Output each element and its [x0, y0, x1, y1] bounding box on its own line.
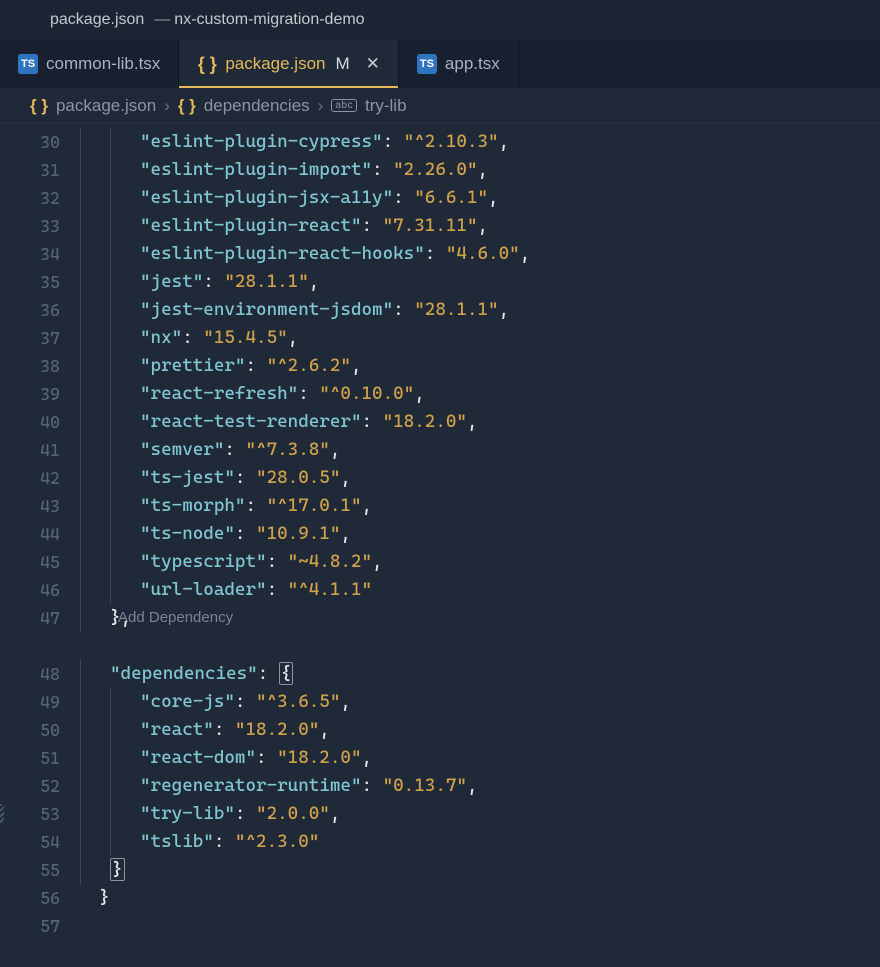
- line-number-gutter: 303132333435363738394041424344454647 4849…: [0, 124, 78, 967]
- line-number: 57: [0, 912, 78, 940]
- code-line[interactable]: "react-refresh": "^0.10.0",: [78, 380, 880, 408]
- code-line[interactable]: "eslint-plugin-cypress": "^2.10.3",: [78, 128, 880, 156]
- code-line[interactable]: "prettier": "^2.6.2",: [78, 352, 880, 380]
- chevron-right-icon: ›: [318, 96, 324, 116]
- breadcrumb[interactable]: { } package.json › { } dependencies › abc try-l…: [0, 88, 880, 124]
- json-icon: { }: [30, 96, 48, 116]
- line-number: 47: [0, 604, 78, 632]
- line-number: 42: [0, 464, 78, 492]
- line-number: 49: [0, 688, 78, 716]
- json-icon: { }: [178, 96, 196, 116]
- line-number: 53: [0, 800, 78, 828]
- code-line[interactable]: "typescript": "~4.8.2",: [78, 548, 880, 576]
- code-line[interactable]: "regenerator-runtime": "0.13.7",: [78, 772, 880, 800]
- code-line[interactable]: "jest-environment-jsdom": "28.1.1",: [78, 296, 880, 324]
- modified-line-indicator: [0, 804, 4, 824]
- breadcrumb-item[interactable]: dependencies: [204, 96, 310, 116]
- line-number: 33: [0, 212, 78, 240]
- code-line[interactable]: "eslint-plugin-react": "7.31.11",: [78, 212, 880, 240]
- tab-label: package.json: [225, 54, 325, 74]
- line-number: 40: [0, 408, 78, 436]
- line-number: 46: [0, 576, 78, 604]
- line-number: 45: [0, 548, 78, 576]
- code-line[interactable]: "try-lib": "2.0.0",: [78, 800, 880, 828]
- code-line[interactable]: },: [78, 604, 880, 632]
- line-number: 48: [0, 660, 78, 688]
- code-line[interactable]: }: [78, 884, 880, 912]
- breadcrumb-item[interactable]: try-lib: [365, 96, 407, 116]
- line-number: 30: [0, 128, 78, 156]
- line-number: 54: [0, 828, 78, 856]
- code-line[interactable]: "ts-node": "10.9.1",: [78, 520, 880, 548]
- code-line[interactable]: "react-test-renderer": "18.2.0",: [78, 408, 880, 436]
- string-icon: abc: [331, 99, 357, 112]
- breadcrumb-item[interactable]: package.json: [56, 96, 156, 116]
- typescript-icon: TS: [18, 54, 38, 74]
- modified-indicator: M: [336, 54, 350, 74]
- close-icon[interactable]: ✕: [366, 54, 380, 74]
- code-line[interactable]: "eslint-plugin-import": "2.26.0",: [78, 156, 880, 184]
- line-number: 36: [0, 296, 78, 324]
- title-separator: —: [154, 11, 170, 29]
- code-line[interactable]: "dependencies": {: [78, 660, 880, 688]
- line-number: 44: [0, 520, 78, 548]
- code-line[interactable]: "react": "18.2.0",: [78, 716, 880, 744]
- line-number: 34: [0, 240, 78, 268]
- code-line[interactable]: "tslib": "^2.3.0": [78, 828, 880, 856]
- code-line[interactable]: "react-dom": "18.2.0",: [78, 744, 880, 772]
- code-line[interactable]: "nx": "15.4.5",: [78, 324, 880, 352]
- code-line[interactable]: "ts-morph": "^17.0.1",: [78, 492, 880, 520]
- code-line[interactable]: "semver": "^7.3.8",: [78, 436, 880, 464]
- line-number: [0, 632, 78, 660]
- code-line[interactable]: "jest": "28.1.1",: [78, 268, 880, 296]
- line-number: 35: [0, 268, 78, 296]
- json-icon: { }: [197, 54, 217, 74]
- line-number: 37: [0, 324, 78, 352]
- code-line[interactable]: "eslint-plugin-jsx-a11y": "6.6.1",: [78, 184, 880, 212]
- tab-app-tsx[interactable]: TS app.tsx: [399, 40, 519, 88]
- chevron-right-icon: ›: [164, 96, 170, 116]
- code-line[interactable]: "ts-jest": "28.0.5",: [78, 464, 880, 492]
- tab-label: common-lib.tsx: [46, 54, 160, 74]
- title-bar: package.json — nx-custom-migration-demo: [0, 0, 880, 40]
- line-number: 56: [0, 884, 78, 912]
- line-number: 52: [0, 772, 78, 800]
- code-line[interactable]: }: [78, 856, 880, 884]
- tab-package-json[interactable]: { } package.json M ✕: [179, 40, 399, 88]
- line-number: 31: [0, 156, 78, 184]
- line-number: 51: [0, 744, 78, 772]
- title-project: nx-custom-migration-demo: [174, 11, 364, 29]
- code-line[interactable]: "url-loader": "^4.1.1": [78, 576, 880, 604]
- line-number: 32: [0, 184, 78, 212]
- editor[interactable]: 303132333435363738394041424344454647 4849…: [0, 124, 880, 967]
- typescript-icon: TS: [417, 54, 437, 74]
- code-line[interactable]: [78, 632, 880, 660]
- code-line[interactable]: "eslint-plugin-react-hooks": "4.6.0",: [78, 240, 880, 268]
- code-line[interactable]: "core-js": "^3.6.5",: [78, 688, 880, 716]
- code-area[interactable]: Add Dependency "eslint-plugin-cypress": …: [78, 124, 880, 967]
- code-line[interactable]: [78, 912, 880, 940]
- tab-bar: TS common-lib.tsx { } package.json M ✕ TS app.t…: [0, 40, 880, 88]
- title-filename: package.json: [50, 11, 144, 29]
- line-number: 55: [0, 856, 78, 884]
- tab-label: app.tsx: [445, 54, 500, 74]
- line-number: 38: [0, 352, 78, 380]
- line-number: 41: [0, 436, 78, 464]
- tab-common-lib-tsx[interactable]: TS common-lib.tsx: [0, 40, 179, 88]
- line-number: 43: [0, 492, 78, 520]
- line-number: 50: [0, 716, 78, 744]
- line-number: 39: [0, 380, 78, 408]
